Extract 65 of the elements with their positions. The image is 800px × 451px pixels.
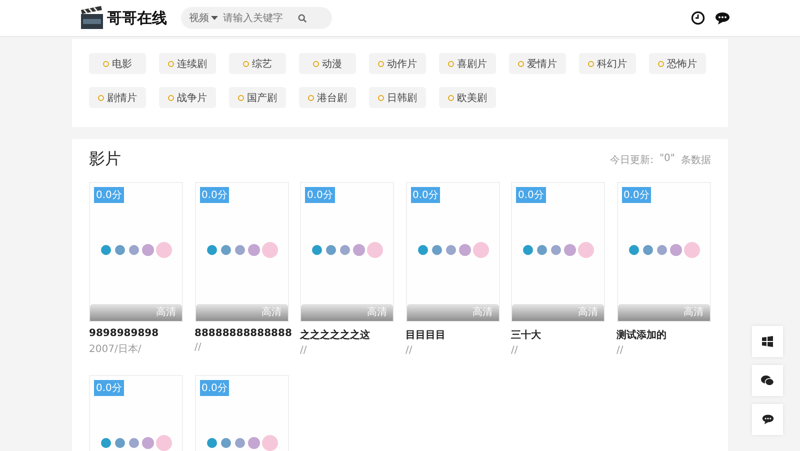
loading-dots-icon [100, 434, 172, 450]
category-link[interactable]: 战争片 [159, 87, 216, 108]
search-scope-dropdown[interactable]: 视频 [189, 11, 218, 25]
movie-title[interactable]: 测试添加的 [616, 328, 710, 342]
category-link[interactable]: 剧情片 [89, 87, 146, 108]
category-link[interactable]: 电影 [89, 53, 146, 74]
update-unit: 条数据 [681, 154, 711, 166]
loading-dots-icon [206, 434, 278, 450]
loading-dots-icon [628, 242, 700, 258]
clock-icon[interactable] [691, 11, 705, 25]
chat-bubble-icon[interactable] [715, 12, 730, 24]
movie-title[interactable]: 之之之之之之这 [300, 328, 394, 342]
update-label: 今日更新: [610, 154, 654, 166]
rating-badge: 0.0分 [622, 187, 652, 203]
rating-badge: 0.0分 [94, 187, 124, 203]
movie-meta: // [511, 345, 519, 356]
rating-badge: 0.0分 [200, 187, 230, 203]
category-link[interactable]: 动漫 [299, 53, 356, 74]
windows-logo-button[interactable] [752, 326, 783, 357]
movie-title[interactable]: 目目目目 [406, 328, 500, 342]
rating-badge: 0.0分 [94, 380, 124, 396]
category-link[interactable]: 动作片 [369, 53, 426, 74]
movie-title[interactable]: 三十大 [511, 328, 605, 342]
section-title: 影片 [89, 149, 121, 170]
quality-label: 高清 [301, 304, 393, 321]
update-count: "0" [659, 152, 675, 166]
clapperboard-logo-icon[interactable] [80, 6, 104, 30]
category-link[interactable]: 爱情片 [509, 53, 566, 74]
category-link[interactable]: 日韩剧 [369, 87, 426, 108]
movie-title[interactable]: 9898989898 [89, 328, 183, 339]
category-link[interactable]: 综艺 [229, 53, 286, 74]
wechat-button[interactable] [752, 365, 783, 396]
movie-meta: // [300, 345, 308, 356]
movie-meta: // [194, 342, 202, 353]
loading-dots-icon [206, 242, 278, 258]
category-link[interactable]: 科幻片 [579, 53, 636, 74]
loading-dots-icon [100, 242, 172, 258]
movie-meta: // [616, 345, 624, 356]
quality-label: 高清 [618, 304, 710, 321]
category-link[interactable]: 港台剧 [299, 87, 356, 108]
quality-label: 高清 [406, 304, 498, 321]
loading-dots-icon [311, 242, 383, 258]
chat-bubble-icon [762, 414, 774, 425]
category-link[interactable]: 恐怖片 [649, 53, 706, 74]
quality-label: 高清 [90, 304, 182, 321]
quality-label: 高清 [512, 304, 604, 321]
search-icon[interactable] [298, 14, 307, 22]
rating-badge: 0.0分 [410, 187, 440, 203]
category-link[interactable]: 连续剧 [159, 53, 216, 74]
wechat-icon [761, 375, 774, 386]
movie-meta: 2007/日本/ [89, 342, 142, 356]
movie-meta: // [406, 345, 414, 356]
rating-badge: 0.0分 [516, 187, 546, 203]
loading-dots-icon [416, 242, 488, 258]
site-name[interactable]: 哥哥在线 [107, 8, 167, 28]
windows-logo-icon [762, 336, 773, 347]
category-link[interactable]: 欧美剧 [439, 87, 496, 108]
category-link[interactable]: 国产剧 [229, 87, 286, 108]
category-link[interactable]: 喜剧片 [439, 53, 496, 74]
chat-button[interactable] [752, 404, 783, 435]
quality-label: 高清 [196, 304, 288, 321]
loading-dots-icon [522, 242, 594, 258]
caret-icon [211, 16, 218, 20]
rating-badge: 0.0分 [200, 380, 230, 396]
rating-badge: 0.0分 [305, 187, 335, 203]
